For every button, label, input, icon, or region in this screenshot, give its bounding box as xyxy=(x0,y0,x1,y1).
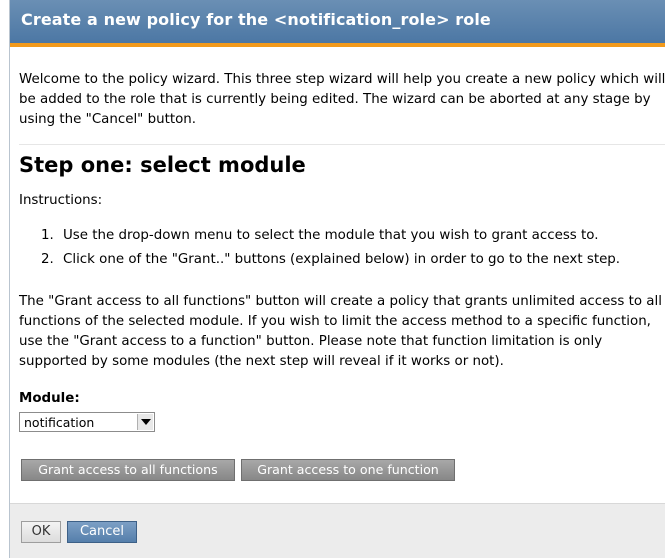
list-item: 1. Use the drop-down menu to select the m… xyxy=(41,228,665,243)
section-divider xyxy=(19,144,665,145)
instructions-label: Instructions: xyxy=(19,193,103,208)
grant-one-function-button[interactable]: Grant access to one function xyxy=(241,459,455,481)
dialog-footer: OK Cancel xyxy=(10,503,665,558)
policy-wizard-dialog: Create a new policy for the <notificatio… xyxy=(9,0,665,558)
step-number: 1. xyxy=(41,228,54,243)
dialog-title: Create a new policy for the <notificatio… xyxy=(21,10,491,29)
module-label: Module: xyxy=(19,391,80,406)
ok-button[interactable]: OK xyxy=(21,521,61,543)
cancel-button[interactable]: Cancel xyxy=(67,521,137,543)
step-heading: Step one: select module xyxy=(19,153,306,177)
chevron-down-icon[interactable] xyxy=(137,414,153,430)
list-item: 2. Click one of the "Grant.." buttons (ex… xyxy=(41,252,665,267)
intro-text: Welcome to the policy wizard. This three… xyxy=(19,72,665,127)
explanation-text: The "Grant access to all functions" butt… xyxy=(19,294,662,369)
module-select-value: notification xyxy=(24,415,95,430)
dialog-titlebar: Create a new policy for the <notificatio… xyxy=(10,0,665,47)
step-number: 2. xyxy=(41,252,54,267)
step-text: Use the drop-down menu to select the mod… xyxy=(63,228,599,243)
grant-all-functions-button[interactable]: Grant access to all functions xyxy=(21,459,235,481)
module-select[interactable]: notification xyxy=(19,412,155,432)
step-text: Click one of the "Grant.." buttons (expl… xyxy=(63,252,621,267)
